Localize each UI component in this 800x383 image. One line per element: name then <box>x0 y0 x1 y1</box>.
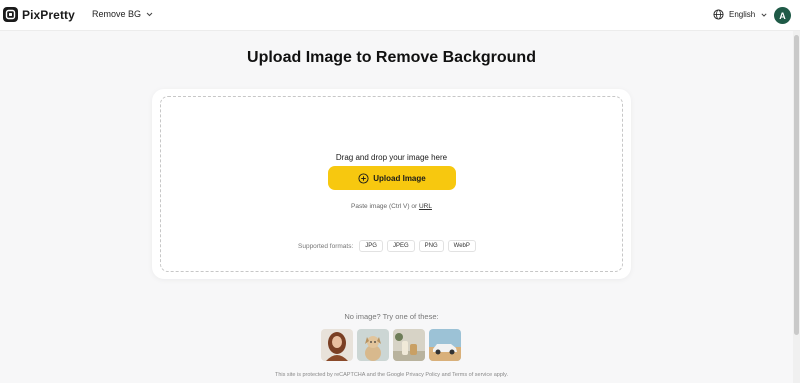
image-dropzone[interactable]: Drag and drop your image here Upload Ima… <box>160 96 623 272</box>
chevron-down-icon <box>146 12 153 16</box>
top-header: PixPretty Remove BG English A <box>0 0 800 31</box>
globe-icon <box>713 9 724 20</box>
paste-hint: Paste image (Ctrl V) or URL <box>161 203 622 210</box>
tool-menu-dropdown[interactable]: Remove BG <box>92 9 153 19</box>
sample-image-dog[interactable] <box>357 329 389 361</box>
samples-label: No image? Try one of these: <box>344 312 439 321</box>
format-chip-jpeg: JPEG <box>386 240 415 252</box>
paste-url-link[interactable]: URL <box>419 203 432 210</box>
language-selector[interactable]: English <box>713 9 767 20</box>
supported-formats: Supported formats: JPG JPEG PNG WebP <box>298 240 480 252</box>
scrollbar-thumb[interactable] <box>794 35 799 335</box>
logo-icon <box>3 7 18 22</box>
chevron-down-icon <box>761 12 767 17</box>
user-avatar[interactable]: A <box>774 7 791 24</box>
upload-image-button[interactable]: Upload Image <box>328 166 456 190</box>
language-label: English <box>729 10 756 19</box>
recaptcha-notice: This site is protected by reCAPTCHA and … <box>274 372 509 378</box>
tool-menu-label: Remove BG <box>92 9 142 19</box>
paste-hint-text: Paste image (Ctrl V) or <box>351 203 418 210</box>
upload-card: Drag and drop your image here Upload Ima… <box>152 89 631 279</box>
formats-label: Supported formats: <box>298 242 354 250</box>
page-scrollbar[interactable] <box>793 31 800 383</box>
format-chip-png: PNG <box>418 240 444 252</box>
dropzone-instructions: Drag and drop your image here <box>335 153 448 162</box>
format-chip-jpg: JPG <box>359 240 383 252</box>
sample-images <box>321 329 465 361</box>
page-title: Upload Image to Remove Background <box>247 49 536 66</box>
upload-button-label: Upload Image <box>373 173 426 183</box>
brand-name: PixPretty <box>22 7 75 22</box>
format-chip-webp: WebP <box>447 240 476 252</box>
sample-image-product[interactable] <box>393 329 425 361</box>
sample-image-woman[interactable] <box>321 329 353 361</box>
sample-image-car[interactable] <box>429 329 461 361</box>
brand-logo[interactable]: PixPretty <box>3 7 75 22</box>
plus-circle-icon <box>358 172 369 184</box>
